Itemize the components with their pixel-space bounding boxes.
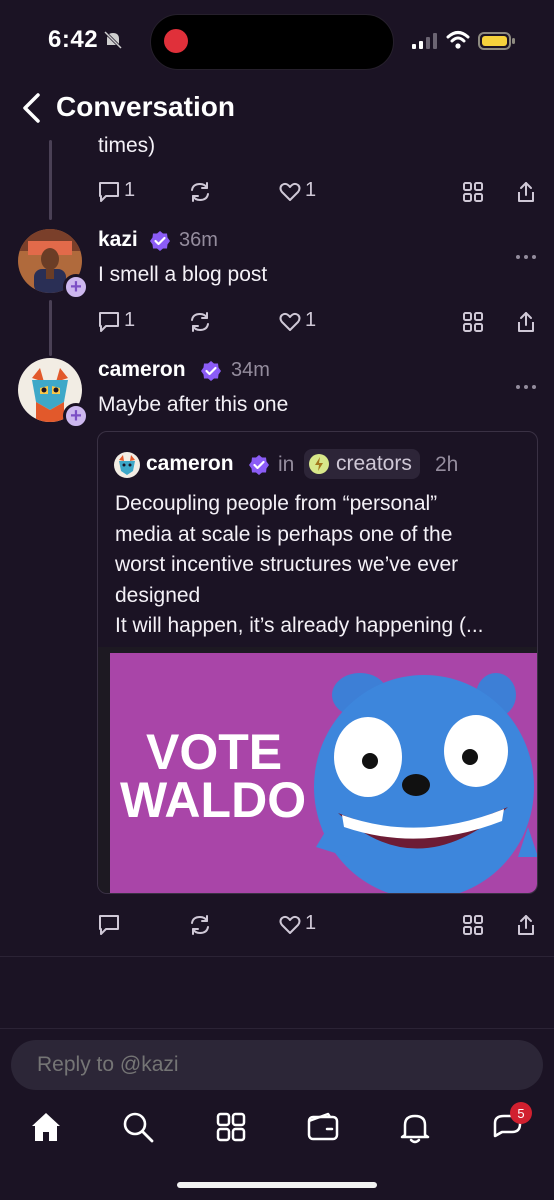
share-icon[interactable] [514,180,538,204]
post-time: 34m [231,359,270,381]
recast-icon[interactable] [188,180,212,204]
quote-text-line: Decoupling people from “personal” [115,492,438,515]
channel-icon [309,454,329,474]
apps-grid-icon[interactable] [461,180,485,204]
follow-plus-button[interactable]: + [63,403,89,429]
embedded-image[interactable]: VOTE WALDO [98,647,538,894]
author-name[interactable]: kazi [98,228,138,252]
reply-count: 1 [124,309,136,331]
channel-pill[interactable]: creators [304,449,420,479]
quote-time: 2h [435,453,459,476]
post-text: Maybe after this one [98,393,289,416]
recording-indicator [164,29,188,53]
follow-plus-button[interactable]: + [63,274,89,300]
search-icon[interactable] [121,1110,155,1144]
more-options-icon[interactable] [515,383,537,391]
silent-bell-icon [103,30,123,50]
verified-badge-icon [249,455,269,475]
thread-line [49,140,52,220]
back-chevron-icon[interactable] [20,92,44,124]
reply-icon[interactable] [97,180,121,204]
cellular-signal-icon [412,33,437,49]
author-name[interactable]: cameron [98,358,186,382]
battery-icon [478,32,515,50]
wallet-icon[interactable] [306,1110,340,1144]
quoted-cast-card[interactable]: cameron in creators 2h Decoupling people… [97,431,538,894]
quote-text-line: It will happen, it’s already happening (… [115,614,484,637]
share-icon[interactable] [514,913,538,937]
divider [0,956,554,957]
post-time: 36m [179,229,218,251]
like-count: 1 [305,912,317,934]
like-heart-icon[interactable] [278,180,302,204]
notification-badge: 5 [510,1102,532,1124]
quote-text-line: designed [115,584,201,607]
share-icon[interactable] [514,310,538,334]
like-count: 1 [305,179,317,201]
like-heart-icon[interactable] [278,913,302,937]
apps-grid-icon[interactable] [461,310,485,334]
verified-badge-icon [150,231,170,251]
recast-icon[interactable] [188,310,212,334]
page-title: Conversation [56,91,235,122]
reply-icon[interactable] [97,310,121,334]
quote-text-line: media at scale is perhaps one of the [115,523,453,546]
status-time: 6:42 [48,26,99,53]
home-indicator [177,1182,377,1188]
quote-in-label: in [278,453,295,476]
verified-badge-icon [201,361,221,381]
apps-grid-icon[interactable] [214,1110,248,1144]
reply-input[interactable] [11,1040,543,1090]
post-text-tail: times) [98,134,156,157]
quote-text-line: worst incentive structures we’ve ever [115,553,459,576]
like-count: 1 [305,309,317,331]
recast-icon[interactable] [188,913,212,937]
image-text-waldo: WALDO [120,772,306,828]
wifi-icon [446,31,470,49]
like-heart-icon[interactable] [278,310,302,334]
reply-count: 1 [124,179,136,201]
channel-name: creators [336,452,412,475]
thread-line [49,300,52,356]
notifications-bell-icon[interactable] [398,1110,432,1144]
home-icon[interactable] [29,1110,63,1144]
quote-author-name[interactable]: cameron [146,452,234,476]
more-options-icon[interactable] [515,253,537,261]
post-text: I smell a blog post [98,263,268,286]
divider [0,1028,554,1029]
reply-icon[interactable] [97,913,121,937]
quote-author-avatar[interactable] [114,452,140,478]
apps-grid-icon[interactable] [461,913,485,937]
